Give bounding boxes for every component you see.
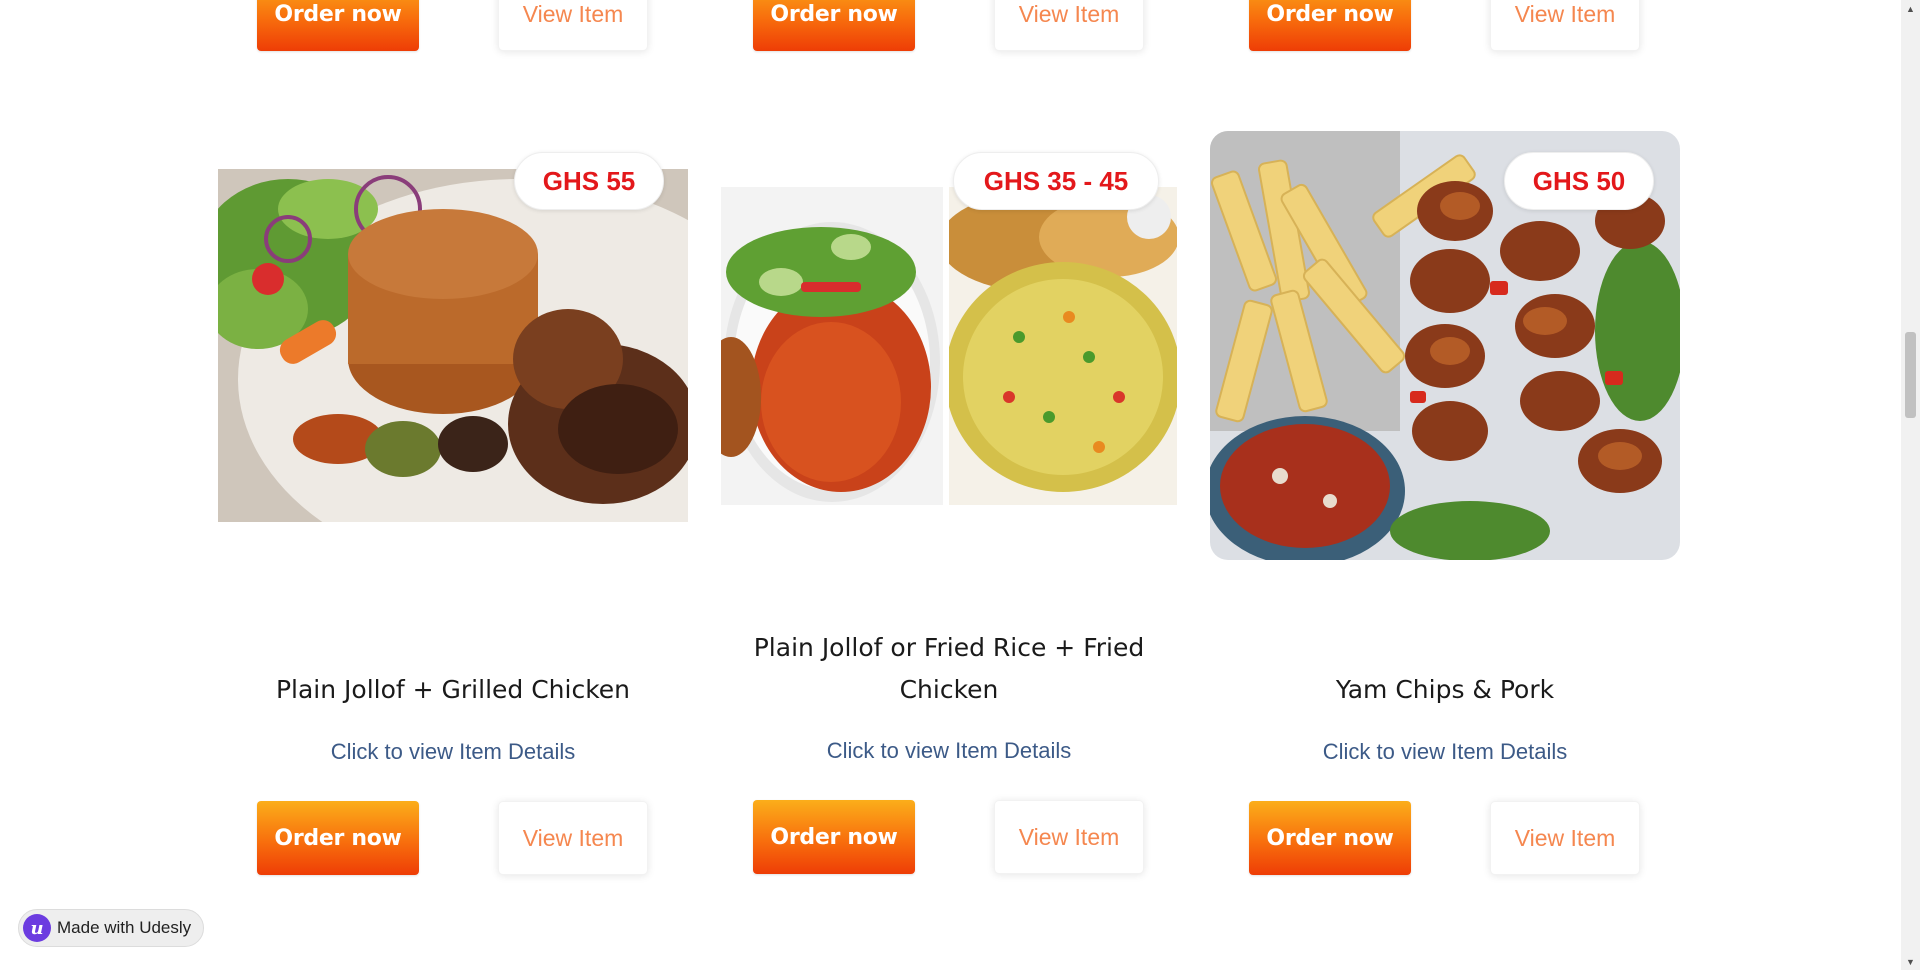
scroll-down-arrow-icon[interactable]: ▼ bbox=[1901, 953, 1920, 970]
view-item-button[interactable]: View Item bbox=[1490, 0, 1640, 51]
udesly-logo-icon: u bbox=[23, 914, 51, 942]
menu-page: Order now View Item Order now View Item … bbox=[0, 0, 1920, 970]
order-now-button[interactable]: Order now bbox=[257, 0, 419, 51]
view-item-button[interactable]: View Item bbox=[994, 800, 1144, 874]
item-details-link[interactable]: Click to view Item Details bbox=[714, 738, 1184, 764]
item-details-link[interactable]: Click to view Item Details bbox=[218, 739, 688, 765]
item-details-link[interactable]: Click to view Item Details bbox=[1210, 739, 1680, 765]
jollof-rice-image[interactable] bbox=[721, 187, 943, 505]
price-badge: GHS 35 - 45 bbox=[953, 152, 1159, 210]
order-now-button[interactable]: Order now bbox=[753, 800, 915, 874]
view-item-button[interactable]: View Item bbox=[994, 0, 1144, 51]
item-title: Plain Jollof + Grilled Chicken bbox=[275, 675, 631, 704]
fried-rice-image[interactable] bbox=[949, 187, 1177, 505]
badge-label: Made with Udesly bbox=[57, 918, 192, 937]
price-badge: GHS 50 bbox=[1504, 152, 1654, 210]
order-now-button[interactable]: Order now bbox=[753, 0, 915, 51]
view-item-button[interactable]: View Item bbox=[1490, 801, 1640, 875]
item-title: Plain Jollof or Fried Rice + Fried Chick… bbox=[753, 633, 1145, 704]
jollof-chicken-image[interactable] bbox=[218, 169, 688, 522]
scrollbar-thumb[interactable] bbox=[1905, 332, 1916, 418]
made-with-udesly-badge[interactable]: u Made with Udesly bbox=[18, 909, 205, 947]
order-now-button[interactable]: Order now bbox=[1249, 801, 1411, 875]
order-now-button[interactable]: Order now bbox=[1249, 0, 1411, 51]
item-title: Yam Chips & Pork bbox=[1335, 675, 1555, 704]
view-item-button[interactable]: View Item bbox=[498, 801, 648, 875]
vertical-scrollbar[interactable]: ▲ ▼ bbox=[1901, 0, 1920, 970]
price-badge: GHS 55 bbox=[514, 152, 664, 210]
scroll-up-arrow-icon[interactable]: ▲ bbox=[1901, 0, 1920, 17]
order-now-button[interactable]: Order now bbox=[257, 801, 419, 875]
view-item-button[interactable]: View Item bbox=[498, 0, 648, 51]
